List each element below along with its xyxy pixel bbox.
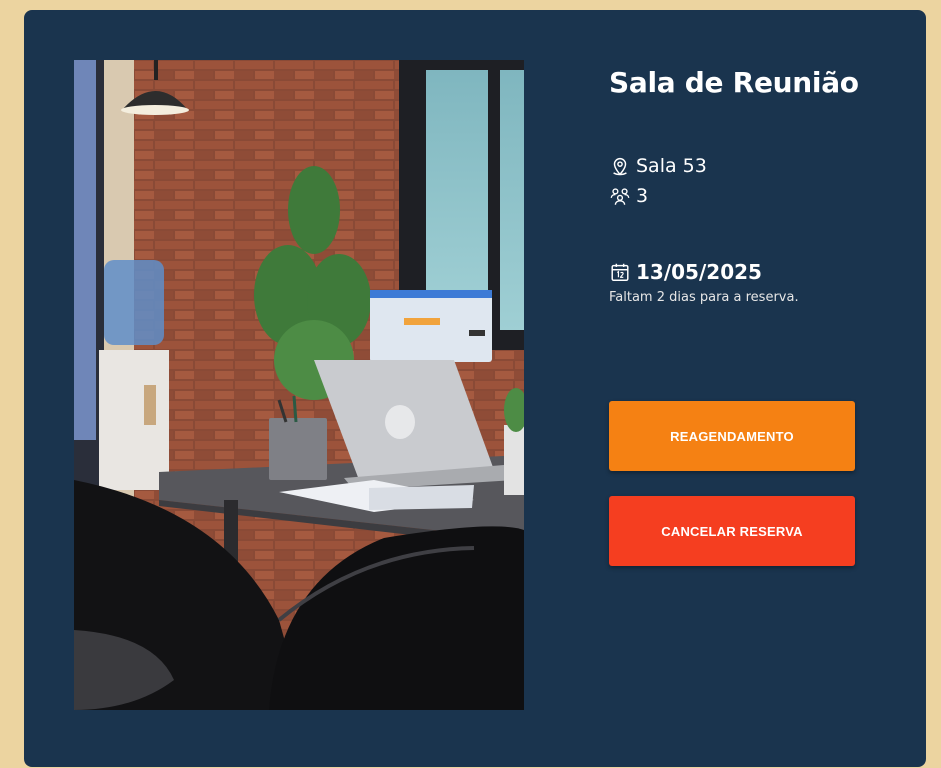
room-capacity: 3 [609, 185, 648, 207]
room-capacity-text: 3 [636, 185, 649, 207]
reservation-card: Sala de Reunião Sala 53 3 13/05/2025 Fal… [24, 10, 926, 767]
calendar-icon [609, 261, 631, 283]
reschedule-button[interactable]: REAGENDAMENTO [609, 401, 855, 471]
cancel-reservation-button[interactable]: CANCELAR RESERVA [609, 496, 855, 566]
reservation-date: 13/05/2025 [609, 260, 762, 284]
reservation-date-text: 13/05/2025 [636, 260, 762, 284]
room-photo [74, 60, 524, 710]
room-location: Sala 53 [609, 155, 707, 177]
users-icon [609, 185, 631, 207]
map-pin-icon [609, 155, 631, 177]
room-location-text: Sala 53 [636, 155, 707, 177]
room-title: Sala de Reunião [609, 66, 859, 99]
reservation-countdown: Faltam 2 dias para a reserva. [609, 290, 799, 305]
